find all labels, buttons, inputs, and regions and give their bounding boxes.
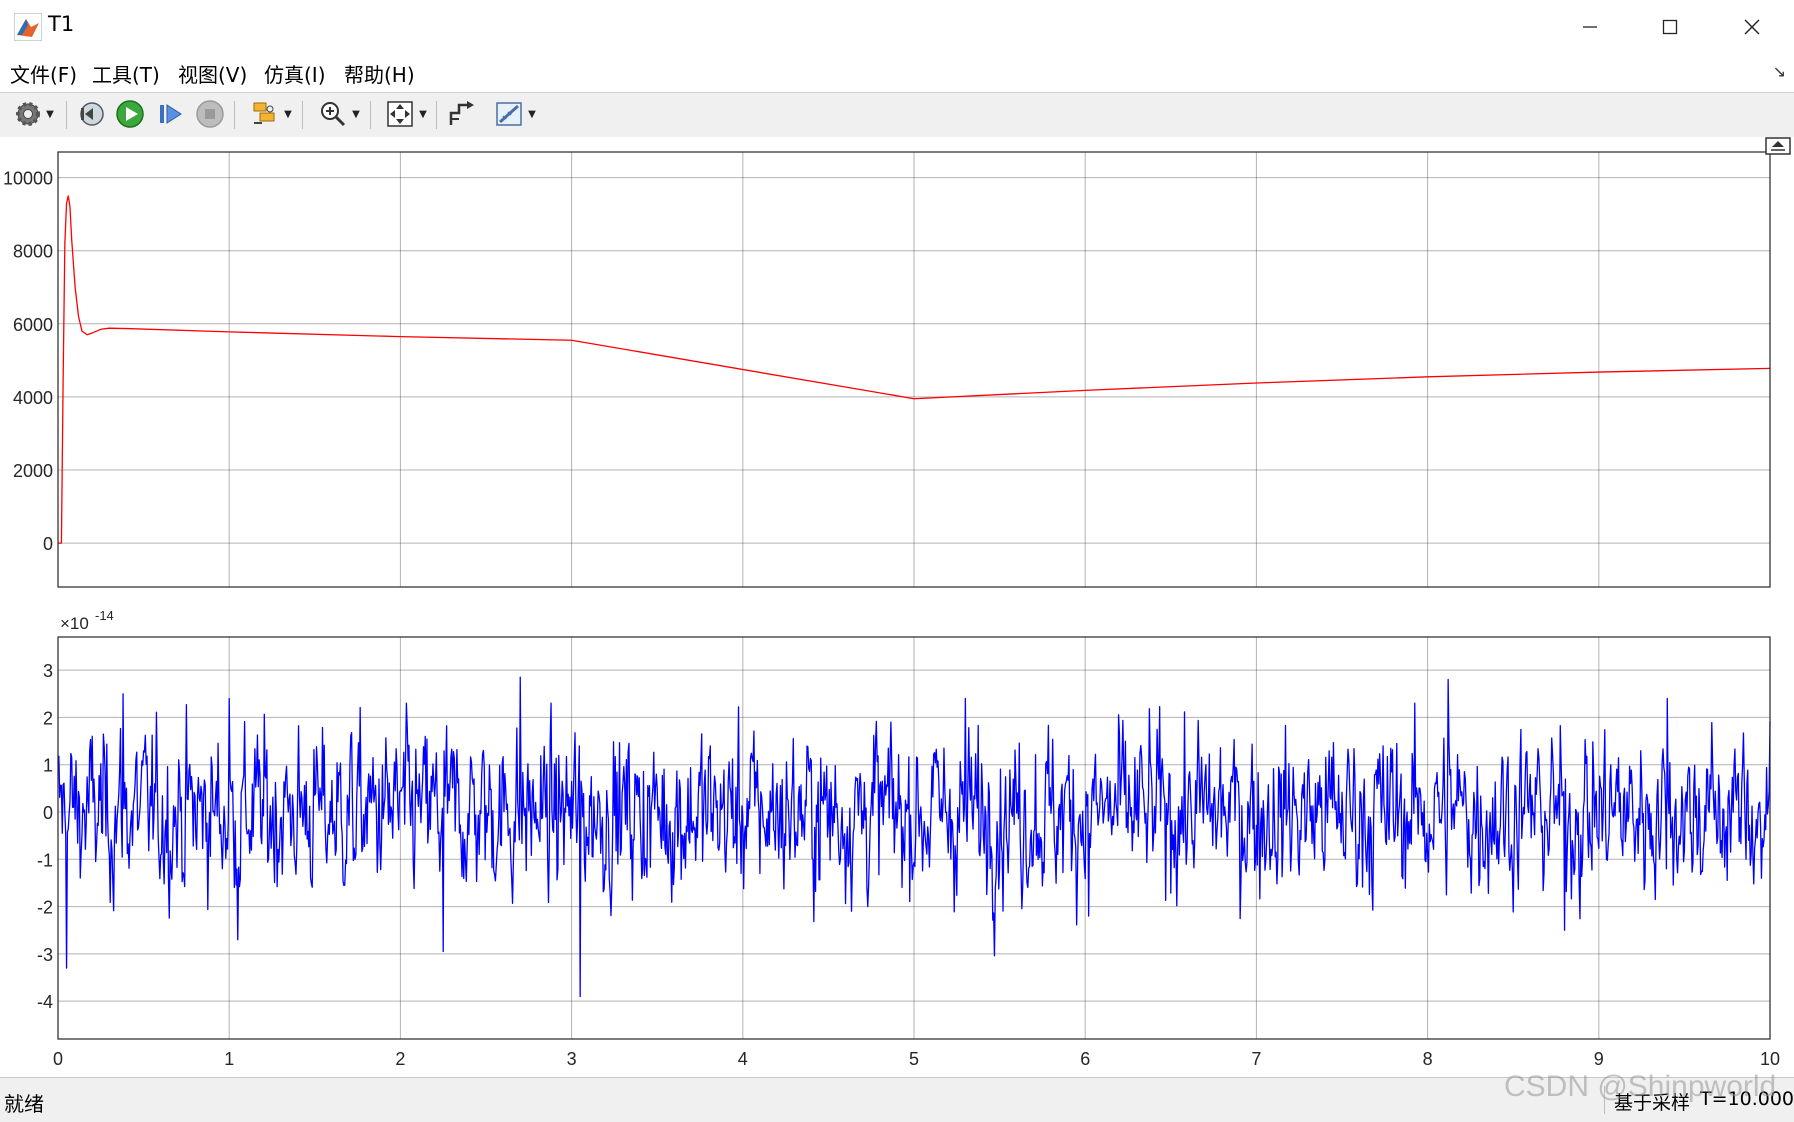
y-tick-label: 10000	[3, 169, 53, 189]
run-button[interactable]	[112, 97, 148, 131]
x-tick-label: 7	[1251, 1049, 1261, 1069]
x-tick-label: 6	[1080, 1049, 1090, 1069]
menu-view[interactable]: 视图(V)	[178, 59, 247, 88]
signal-select-icon	[253, 102, 275, 124]
scope-plot-area[interactable]: 0 2000 4000 6000 8000 10000 -4 -3 -2 -1 0 1 2 3 0 1 2 3 4…	[0, 137, 1794, 1077]
y-tick-label: 3	[43, 661, 53, 681]
menu-file[interactable]: 文件(F)	[10, 59, 77, 88]
y-tick-label: 0	[43, 803, 53, 823]
zoom-button[interactable]: ▼	[310, 97, 368, 131]
x-tick-label: 2	[395, 1049, 405, 1069]
chevron-down-icon: ▼	[419, 108, 427, 120]
x-tick-label: 10	[1760, 1049, 1780, 1069]
x-tick-label: 0	[53, 1049, 63, 1069]
y-tick-label: -3	[37, 945, 53, 965]
y-tick-label: 0	[43, 534, 53, 554]
y-exponent-power: -14	[95, 608, 114, 623]
style-button[interactable]	[444, 97, 480, 131]
chevron-down-icon: ▼	[284, 108, 292, 120]
y-tick-label: 2000	[13, 461, 53, 481]
watermark: CSDN @Shinpworld	[1504, 1070, 1777, 1103]
toolbar-separator	[436, 101, 437, 129]
step-back-icon	[80, 102, 104, 126]
toolbar-separator	[234, 101, 235, 129]
y-tick-label: 6000	[13, 315, 53, 335]
status-text: 就绪	[4, 1092, 44, 1116]
y-tick-label: -1	[37, 850, 53, 870]
title-bar: T1	[0, 0, 1794, 54]
menu-help[interactable]: 帮助(H)	[344, 59, 415, 88]
y-tick-label: -2	[37, 898, 53, 918]
autoscale-icon	[387, 101, 413, 127]
y-tick-label: 8000	[13, 242, 53, 262]
stop-icon	[196, 100, 224, 128]
close-icon	[1744, 19, 1760, 35]
signal-select-button[interactable]: ▼	[242, 97, 300, 131]
axes-bottom[interactable]: -4 -3 -2 -1 0 1 2 3 0 1 2 3 4 5 6 7 8 9 10 ×10 -14	[37, 608, 1780, 1069]
chevron-down-icon: ▼	[528, 108, 536, 120]
stop-button[interactable]	[192, 97, 228, 131]
menu-simulation[interactable]: 仿真(I)	[264, 59, 326, 88]
step-forward-button[interactable]	[152, 97, 188, 131]
zoom-icon	[321, 102, 346, 127]
chevron-down-icon: ▼	[46, 108, 54, 120]
undock-button[interactable]	[1765, 137, 1791, 155]
chevron-down-icon: ▼	[352, 108, 360, 120]
step-back-button[interactable]	[74, 97, 108, 131]
x-tick-label: 1	[224, 1049, 234, 1069]
collapse-arrow-icon[interactable]: ↘	[1773, 62, 1786, 81]
axes-top[interactable]: 0 2000 4000 6000 8000 10000	[3, 151, 1771, 588]
autoscale-button[interactable]: ▼	[378, 97, 434, 131]
close-button[interactable]	[1712, 0, 1792, 54]
menu-tools[interactable]: 工具(T)	[92, 59, 160, 88]
toolbar-separator	[66, 101, 67, 129]
menu-bar: 文件(F) 工具(T) 视图(V) 仿真(I) 帮助(H) ↘	[0, 54, 1794, 92]
x-tick-label: 4	[738, 1049, 748, 1069]
y-tick-label: 1	[43, 756, 53, 776]
step-forward-icon	[160, 104, 182, 124]
measure-icon	[496, 102, 522, 126]
minimize-button[interactable]	[1550, 0, 1630, 54]
toolbar-separator	[302, 101, 303, 129]
style-icon	[449, 101, 474, 125]
scope-plots[interactable]: 0 2000 4000 6000 8000 10000 -4 -3 -2 -1 0 1 2 3 0 1 2 3 4…	[0, 137, 1794, 1077]
window-title: T1	[48, 12, 75, 36]
minimize-icon	[1583, 26, 1597, 28]
matlab-icon	[14, 13, 42, 41]
gear-icon	[16, 102, 41, 126]
run-icon	[116, 100, 144, 128]
x-tick-label: 9	[1594, 1049, 1604, 1069]
toolbar: ▼ ▼ ▼ ▼ ▼	[0, 92, 1794, 138]
maximize-button[interactable]	[1630, 0, 1710, 54]
toolbar-separator	[370, 101, 371, 129]
x-tick-label: 3	[567, 1049, 577, 1069]
y-tick-label: 2	[43, 708, 53, 728]
settings-button[interactable]: ▼	[8, 97, 60, 131]
y-tick-label: -4	[37, 992, 53, 1012]
y-exponent-label: ×10	[60, 614, 89, 633]
x-tick-label: 5	[909, 1049, 919, 1069]
measure-button[interactable]: ▼	[486, 97, 544, 131]
y-tick-label: 4000	[13, 388, 53, 408]
x-tick-label: 8	[1423, 1049, 1433, 1069]
maximize-icon	[1662, 19, 1678, 35]
